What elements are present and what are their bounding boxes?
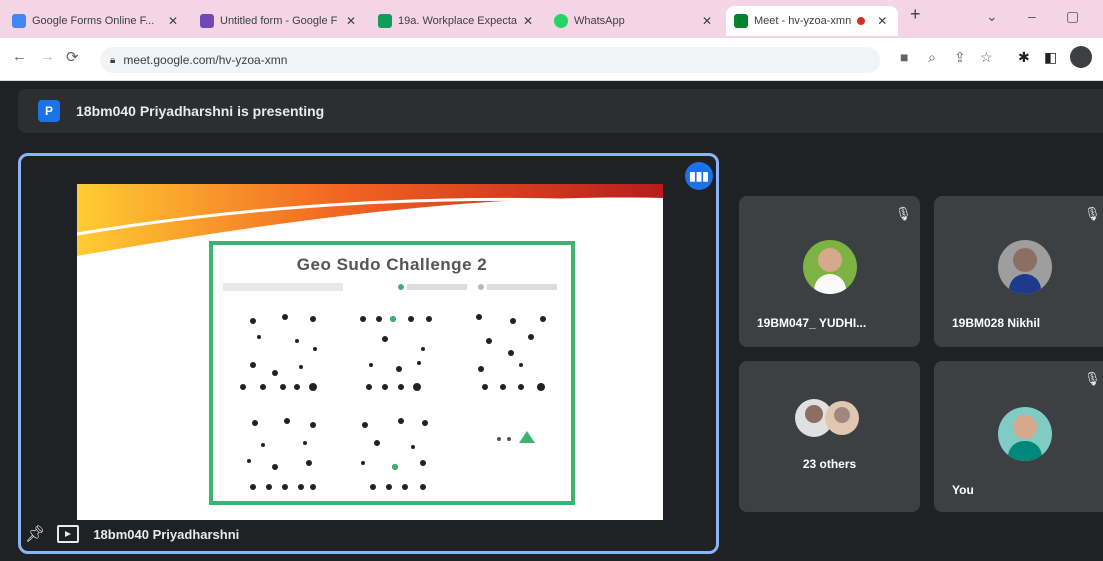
participant-tile[interactable]: 🎙︎ 19BM028 Nikhil (934, 196, 1103, 347)
reload-icon[interactable]: ⟳ (66, 48, 79, 66)
browser-tab-workplace[interactable]: 19a. Workplace Expecta ✕ (370, 6, 540, 36)
close-tab-icon[interactable]: ✕ (162, 14, 178, 28)
back-icon[interactable]: ← (12, 48, 27, 65)
presenter-badge: P (38, 100, 60, 122)
forward-icon[interactable]: → (40, 48, 55, 65)
participant-name: 19BM028 Nikhil (952, 316, 1041, 330)
recording-indicator-icon (857, 17, 866, 25)
others-tile[interactable]: 23 others (739, 361, 920, 512)
tab-title: Untitled form - Google F (220, 15, 338, 27)
puzzle-frame: Geo Sudo Challenge 2 (209, 241, 575, 505)
presentation-slide: Geo Sudo Challenge 2 (77, 184, 663, 520)
close-tab-icon[interactable]: ✕ (871, 14, 887, 28)
address-bar[interactable]: 🔒︎ meet.google.com/hv-yzoa-xmn (100, 47, 880, 73)
share-icon[interactable]: ⇪ (954, 49, 966, 66)
pin-icon[interactable]: 📌︎ (25, 524, 45, 544)
close-tab-icon[interactable]: ✕ (517, 14, 533, 28)
self-tile[interactable]: 🎙︎ You (934, 361, 1103, 512)
camera-in-use-icon[interactable]: ■ (900, 49, 908, 65)
participant-avatar (998, 240, 1052, 294)
stage-footer: 📌︎ 18bm040 Priyadharshni (25, 519, 239, 549)
bookmark-star-icon[interactable]: ☆ (980, 49, 993, 66)
mic-muted-icon: 🎙︎ (1084, 206, 1101, 221)
presenting-text: 18bm040 Priyadharshni is presenting (76, 103, 325, 119)
zoom-icon[interactable]: ⌕ (928, 49, 936, 66)
participant-avatar (825, 401, 859, 435)
lock-icon: 🔒︎ (110, 54, 116, 66)
new-tab-button[interactable]: + (910, 4, 921, 25)
speaking-indicator-icon: ▮▮▮ (685, 162, 713, 190)
minimize-button[interactable]: – (1028, 8, 1036, 24)
browser-tab-whatsapp[interactable]: WhatsApp ✕ (546, 6, 720, 36)
mic-muted-icon: 🎙︎ (895, 206, 912, 221)
whatsapp-icon (554, 14, 568, 28)
url-text: meet.google.com/hv-yzoa-xmn (123, 53, 288, 67)
browser-tab-google-forms[interactable]: Google Forms Online F... ✕ (4, 6, 186, 36)
participant-tile[interactable]: 🎙︎ 19BM047_ YUDHI... (739, 196, 920, 347)
maximize-button[interactable]: ▢ (1066, 8, 1079, 25)
presentation-stage[interactable]: Geo Sudo Challenge 2 📌︎ 18bm040 Priyadha… (18, 153, 719, 554)
tab-title: 19a. Workplace Expecta (398, 15, 518, 27)
sudoku-grids (223, 283, 557, 490)
stage-presenter-name: 18bm040 Priyadharshni (93, 526, 240, 542)
side-panel-icon[interactable]: ◧ (1044, 49, 1057, 66)
self-avatar (998, 407, 1052, 461)
present-screen-icon (57, 525, 80, 543)
browser-tab-untitled-form[interactable]: Untitled form - Google F ✕ (192, 6, 364, 36)
tab-title: WhatsApp (574, 15, 625, 27)
presenting-banner: P 18bm040 Priyadharshni is presenting (18, 89, 1103, 133)
participant-avatar (803, 240, 857, 294)
mic-muted-icon: 🎙︎ (1084, 371, 1101, 386)
close-tab-icon[interactable]: ✕ (340, 14, 356, 28)
participant-name: 19BM047_ YUDHI... (757, 316, 867, 330)
others-count: 23 others (802, 457, 857, 471)
google-forms-icon (12, 14, 26, 28)
extensions-icon[interactable]: ✱ (1018, 49, 1030, 66)
tab-title: Meet - hv-yzoa-xmn (754, 15, 852, 27)
tab-search-icon[interactable]: ⌄ (986, 8, 998, 25)
google-forms-icon (200, 14, 214, 28)
close-tab-icon[interactable]: ✕ (696, 14, 712, 28)
google-sheets-icon (378, 14, 392, 28)
browser-tab-meet[interactable]: Meet - hv-yzoa-xmn ✕ (726, 6, 898, 36)
tab-title: Google Forms Online F... (32, 15, 155, 27)
profile-avatar[interactable] (1070, 46, 1092, 68)
self-name: You (952, 483, 974, 497)
google-meet-icon (734, 14, 748, 28)
